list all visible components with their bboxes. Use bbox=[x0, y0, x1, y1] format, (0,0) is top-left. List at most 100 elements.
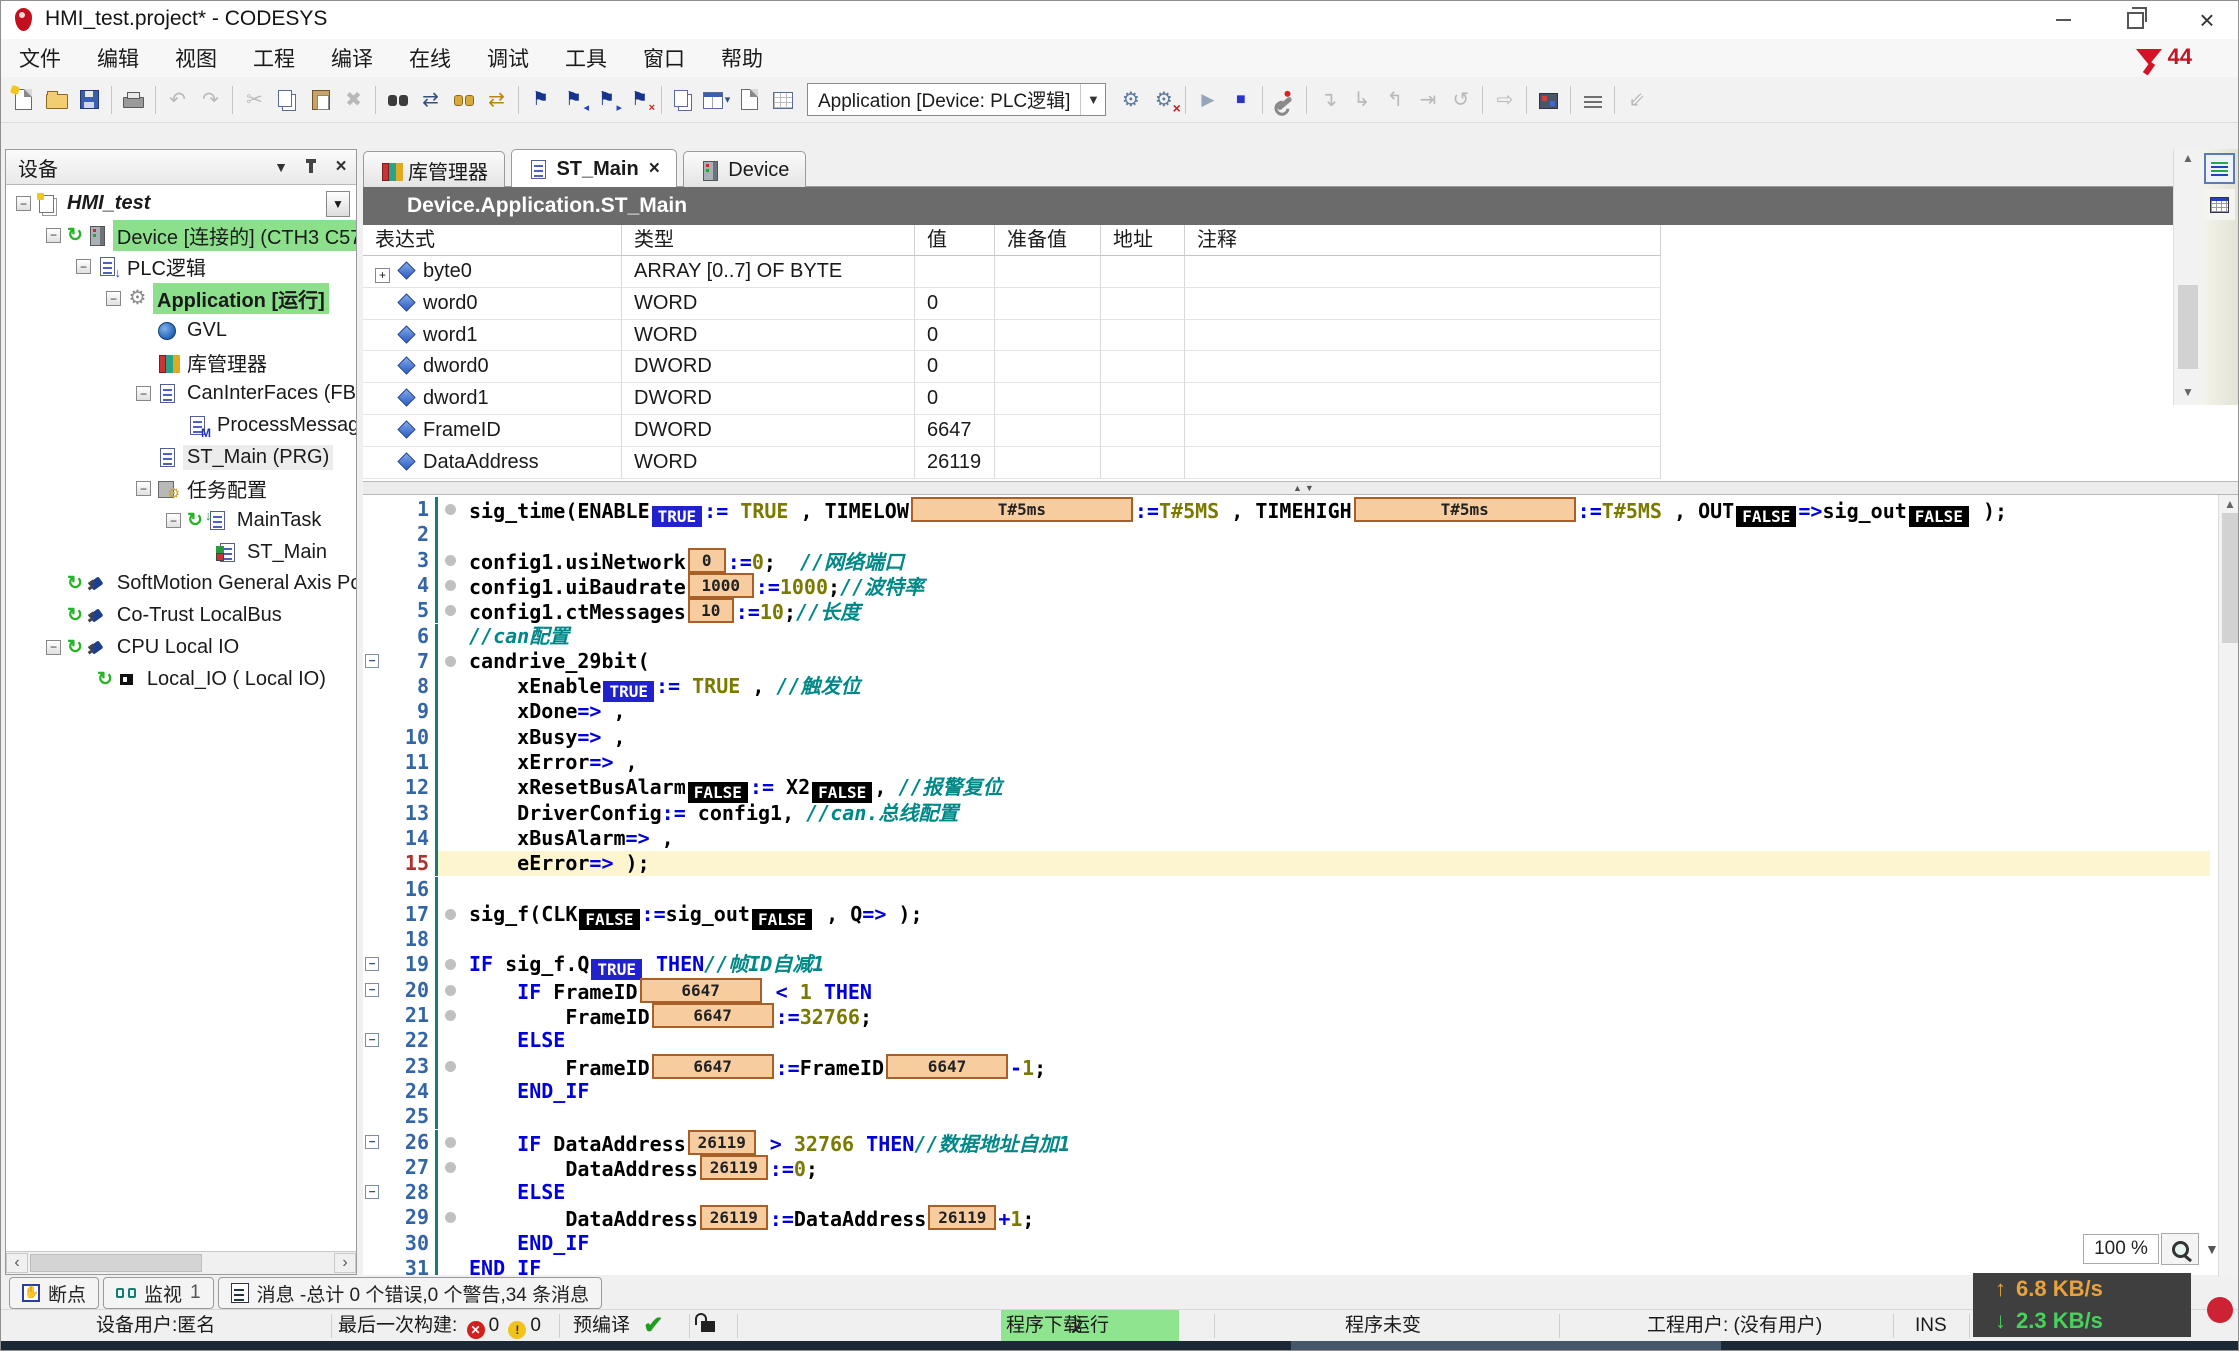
tree-item-application[interactable]: −⚙Application [运行] bbox=[6, 283, 356, 314]
print-icon[interactable] bbox=[117, 84, 150, 116]
single-cycle-icon[interactable]: ⇙ bbox=[1620, 84, 1653, 116]
tree-item-local-io[interactable]: −↻Local_IO ( Local IO) bbox=[6, 664, 356, 695]
tab-messages[interactable]: 消息 -总计 0 个错误,0 个警告,34 条消息 bbox=[218, 1277, 603, 1309]
write-values-icon[interactable] bbox=[1576, 84, 1609, 116]
menu-debug[interactable]: 调试 bbox=[469, 39, 547, 77]
menu-window[interactable]: 窗口 bbox=[625, 39, 703, 77]
set-next-statement-icon[interactable]: ↺ bbox=[1444, 84, 1477, 116]
collapse-icon[interactable]: − bbox=[136, 481, 151, 496]
step-over-icon[interactable]: ↴ bbox=[1312, 84, 1345, 116]
scrollbar-thumb[interactable] bbox=[2222, 513, 2238, 643]
column-header-5[interactable]: 注释 bbox=[1185, 225, 1661, 256]
replace-icon[interactable]: ⇄ bbox=[414, 84, 447, 116]
step-out-icon[interactable]: ↰ bbox=[1378, 84, 1411, 116]
watch-row-word1[interactable]: word1WORD0 bbox=[363, 320, 1661, 352]
collapse-icon[interactable]: − bbox=[16, 196, 31, 211]
scroll-right-icon[interactable]: › bbox=[334, 1253, 356, 1273]
tree-item-project-root[interactable]: −HMI_test▼ bbox=[6, 188, 356, 219]
undo-icon[interactable]: ↶ bbox=[161, 84, 194, 116]
menu-edit[interactable]: 编辑 bbox=[79, 39, 157, 77]
breakpoint-position-icon[interactable] bbox=[445, 656, 456, 667]
login-icon[interactable]: ⚙ bbox=[1114, 84, 1147, 116]
notification-area[interactable]: 44 bbox=[2136, 44, 2192, 70]
panel-close-icon[interactable]: × bbox=[326, 154, 356, 180]
code-line-12[interactable]: 12 xResetBusAlarmFALSE:= X2FALSE, //报警复位 bbox=[363, 775, 2239, 800]
inline-monitor-value[interactable]: 6647 bbox=[886, 1054, 1008, 1079]
watch-row-dword1[interactable]: dword1DWORD0 bbox=[363, 383, 1661, 415]
zoom-dropdown-icon[interactable]: ▼ bbox=[2205, 1241, 2219, 1257]
code-line-15[interactable]: 15 eError=> ); bbox=[363, 851, 2239, 876]
code-line-11[interactable]: 11 xError=> , bbox=[363, 750, 2239, 775]
inline-monitor-value[interactable]: 1000 bbox=[688, 573, 754, 598]
inline-monitor-value[interactable]: 6647 bbox=[652, 1003, 774, 1028]
breakpoint-position-icon[interactable] bbox=[445, 909, 456, 920]
close-tab-icon[interactable]: × bbox=[649, 158, 660, 180]
tree-item-library-manager[interactable]: −库管理器 bbox=[6, 347, 356, 378]
code-line-5[interactable]: 5config1.ctMessages10:=10;//长度 bbox=[363, 598, 2239, 623]
tree-item-maintask[interactable]: −↻MainTask bbox=[6, 505, 356, 536]
code-line-23[interactable]: 23 FrameID6647:=FrameID6647-1; bbox=[363, 1054, 2239, 1079]
copy-icon[interactable] bbox=[271, 84, 304, 116]
declaration-text-view-button[interactable] bbox=[2204, 153, 2235, 184]
inline-monitor-value[interactable]: 26119 bbox=[688, 1130, 756, 1155]
watch-row-word0[interactable]: word0WORD0 bbox=[363, 288, 1661, 320]
start-icon[interactable]: ▶ bbox=[1191, 84, 1224, 116]
panel-menu-icon[interactable]: ▼ bbox=[266, 154, 296, 180]
code-line-10[interactable]: 10 xBusy=> , bbox=[363, 725, 2239, 750]
code-line-3[interactable]: 3config1.usiNetwork0:=0; //网络端口 bbox=[363, 548, 2239, 573]
tree-item-plc-logic[interactable]: −PLC逻辑 bbox=[6, 251, 356, 282]
tree-item-st-main-task[interactable]: −ST_Main bbox=[6, 537, 356, 568]
tab-breakpoints[interactable]: 断点 bbox=[9, 1277, 99, 1309]
debug-settings-icon[interactable] bbox=[1268, 84, 1301, 116]
tree-item-task-configuration[interactable]: −任务配置 bbox=[6, 473, 356, 504]
insert-device-icon[interactable]: ▾ bbox=[700, 84, 733, 116]
watch-scrollbar[interactable]: ▲ ▼ bbox=[2173, 149, 2202, 405]
inline-monitor-value[interactable]: 26119 bbox=[700, 1155, 768, 1180]
minimize-button[interactable] bbox=[2041, 5, 2085, 35]
breakpoint-position-icon[interactable] bbox=[445, 1162, 456, 1173]
save-icon[interactable] bbox=[73, 84, 106, 116]
zoom-tool-button[interactable] bbox=[2161, 1233, 2199, 1265]
bookmark-next-icon[interactable]: ⚑▸ bbox=[590, 84, 623, 116]
tree-item-device[interactable]: −↻Device [连接的] (CTH3 C57-103 bbox=[6, 220, 356, 251]
collapse-icon[interactable]: − bbox=[76, 259, 91, 274]
tab-library-manager[interactable]: 库管理器 bbox=[363, 151, 505, 189]
force-values-icon[interactable] bbox=[1532, 84, 1565, 116]
scrollbar-thumb[interactable] bbox=[30, 1254, 202, 1272]
code-line-28[interactable]: −28 ELSE bbox=[363, 1180, 2239, 1205]
input-assistant-icon[interactable] bbox=[766, 84, 799, 116]
scroll-down-icon[interactable]: ▼ bbox=[2174, 385, 2202, 399]
watch-row-byte0[interactable]: +byte0ARRAY [0..7] OF BYTE bbox=[363, 256, 1661, 288]
declaration-code-splitter[interactable]: ▲▼ bbox=[363, 481, 2239, 495]
inline-monitor-value[interactable]: 6647 bbox=[640, 978, 762, 1003]
inline-monitor-value[interactable]: 26119 bbox=[928, 1205, 996, 1230]
splitter-collapse-handle[interactable]: ▲▼ bbox=[1293, 483, 1317, 493]
code-line-7[interactable]: −7candrive_29bit( bbox=[363, 649, 2239, 674]
scroll-left-icon[interactable]: ‹ bbox=[6, 1253, 28, 1273]
restore-button[interactable] bbox=[2113, 5, 2157, 35]
tree-item-processmessage[interactable]: −ProcessMessage bbox=[6, 410, 356, 441]
logout-icon[interactable]: ⚙× bbox=[1147, 84, 1180, 116]
breakpoint-position-icon[interactable] bbox=[445, 504, 456, 515]
collapse-icon[interactable]: − bbox=[46, 640, 61, 655]
copy-special-icon[interactable] bbox=[667, 84, 700, 116]
tray-icon[interactable] bbox=[2207, 1297, 2233, 1323]
code-line-20[interactable]: −20 IF FrameID6647 < 1 THEN bbox=[363, 978, 2239, 1003]
breakpoint-position-icon[interactable] bbox=[445, 985, 456, 996]
inline-monitor-value[interactable]: 10 bbox=[688, 598, 734, 623]
menu-build[interactable]: 编译 bbox=[313, 39, 391, 77]
collapse-icon[interactable]: − bbox=[106, 291, 121, 306]
menu-project[interactable]: 工程 bbox=[235, 39, 313, 77]
devices-horizontal-scrollbar[interactable]: ‹ › bbox=[6, 1251, 356, 1274]
tree-item-gvl[interactable]: −GVL bbox=[6, 315, 356, 346]
editor-scrollbar[interactable]: ▲ ▼ bbox=[2218, 495, 2239, 1351]
tree-item-co-trust-localbus[interactable]: −↻Co-Trust LocalBus bbox=[6, 600, 356, 631]
watch-row-DataAddress[interactable]: DataAddressWORD26119 bbox=[363, 447, 1661, 479]
code-line-18[interactable]: 18 bbox=[363, 927, 2239, 952]
column-header-4[interactable]: 地址 bbox=[1101, 225, 1185, 256]
pin-icon[interactable] bbox=[296, 154, 326, 180]
inline-monitor-value[interactable]: T#5ms bbox=[1354, 497, 1576, 522]
step-into-icon[interactable]: ↳ bbox=[1345, 84, 1378, 116]
scroll-up-icon[interactable]: ▲ bbox=[2219, 497, 2239, 511]
code-line-13[interactable]: 13 DriverConfig:= config1, //can.总线配置 bbox=[363, 801, 2239, 826]
